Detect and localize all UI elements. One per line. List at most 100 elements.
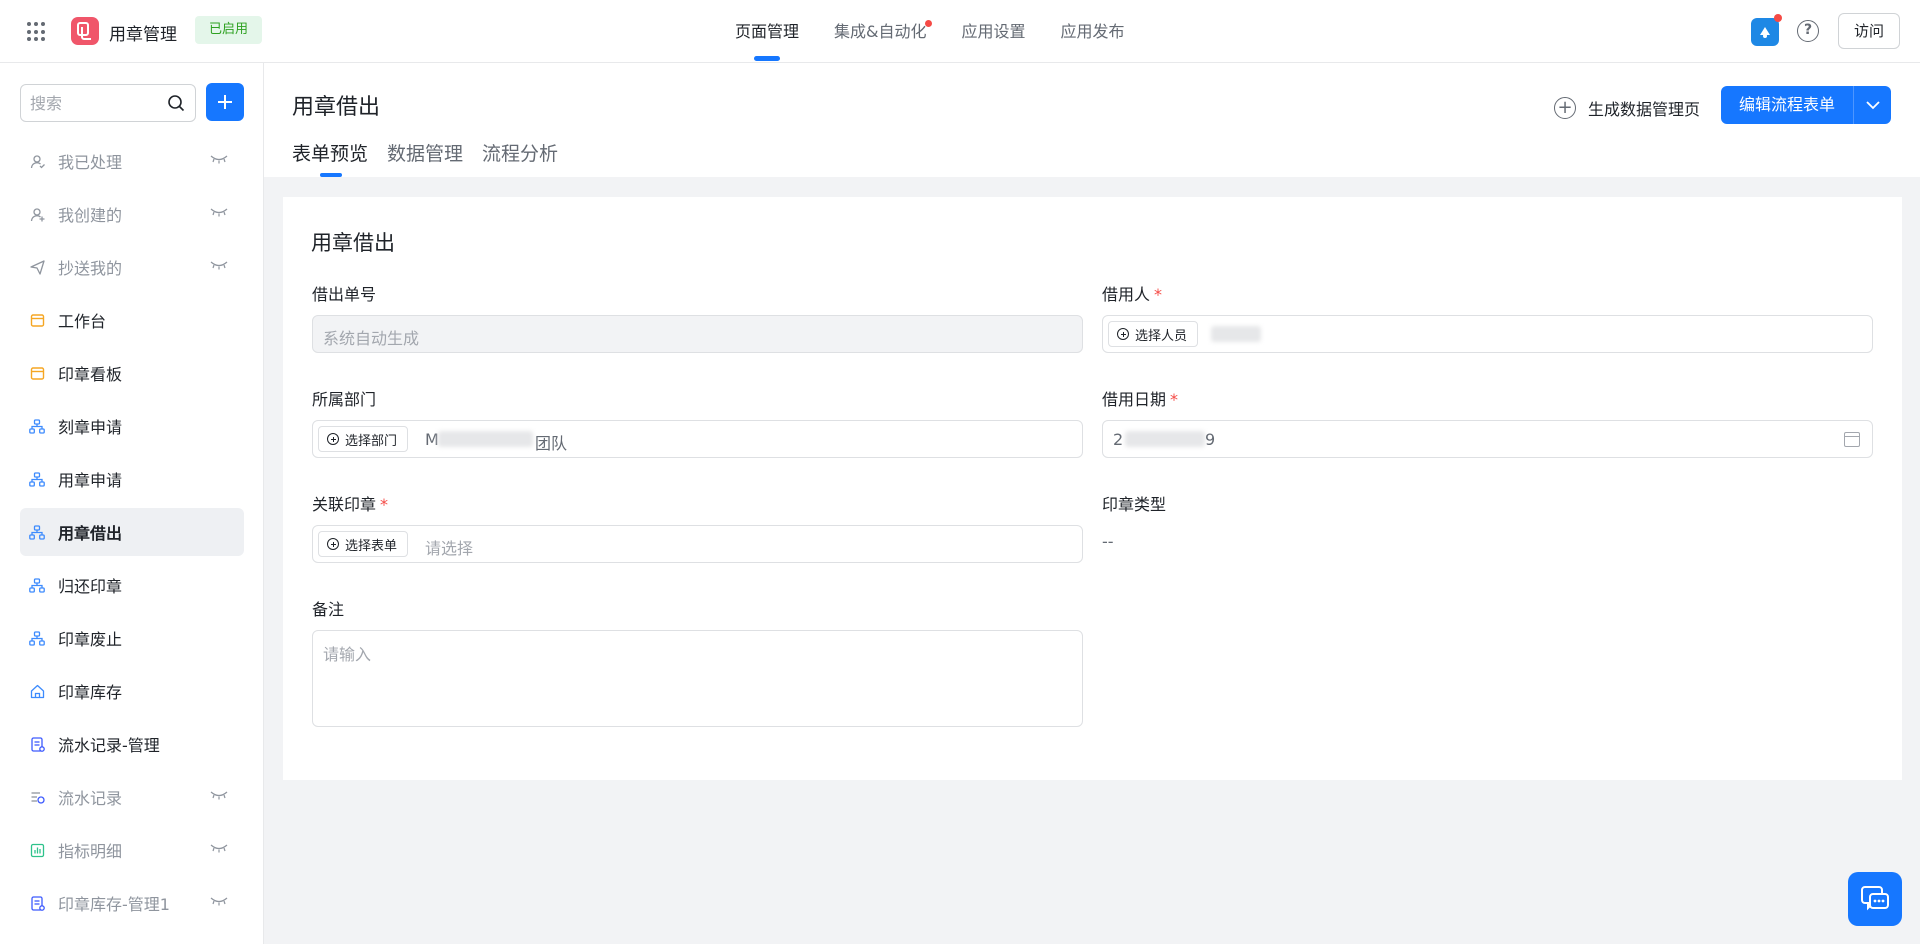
edit-flow-form-button[interactable]: 编辑流程表单 [1721,86,1891,124]
plus-icon [218,95,232,109]
sidebar-item-use-apply[interactable]: 用章申请 [20,455,244,503]
app-logo-icon [71,17,99,45]
plus-circle-icon [327,433,339,445]
remark-textarea[interactable]: 请输入 [312,630,1083,727]
eye-closed-icon [210,208,228,217]
sidebar-item-label: 我创建的 [58,206,123,225]
flow-icon [29,577,45,593]
top-nav: 页面管理 集成&自动化 应用设置 应用发布 [735,0,1160,63]
eye-closed-icon [210,155,228,164]
search-box [20,84,196,122]
order-no-label: 借出单号 [312,285,377,304]
help-icon[interactable]: ? [1797,20,1819,42]
flow-icon [29,630,45,646]
sidebar-item-processed[interactable]: 我已处理 [20,137,244,185]
sidebar-item-label: 用章申请 [58,471,123,490]
sidebar-item-seal-board[interactable]: 印章看板 [20,349,244,397]
eye-closed-icon [210,844,228,853]
plus-circle-icon [327,538,339,550]
notification-dot [1774,14,1782,22]
sidebar-item-label: 印章废止 [58,630,123,649]
sidebar-item-workbench[interactable]: 工作台 [20,296,244,344]
nav-integration-automation[interactable]: 集成&自动化 [834,0,932,63]
redacted-value [438,431,533,447]
search-icon[interactable] [167,94,185,112]
borrower-field[interactable]: 选择人员 [1102,315,1873,353]
report-icon [29,736,45,752]
select-form-button[interactable]: 选择表单 [318,531,409,557]
sidebar-item-label: 流水记录-管理 [58,736,160,755]
date-field[interactable]: 2 9 [1102,420,1873,458]
tab-data-management[interactable]: 数据管理 [387,139,463,177]
seal-label: 关联印章 * [312,495,389,514]
calendar-icon[interactable] [1844,432,1860,447]
nav-app-publish[interactable]: 应用发布 [1061,0,1125,63]
assistant-icon[interactable] [1751,14,1782,46]
eye-closed-icon [210,897,228,906]
dept-value-tail: 团队 [535,434,568,453]
generate-label: 生成数据管理页 [1588,100,1701,119]
sidebar-item-seal-lend[interactable]: 用章借出 [20,508,244,556]
chat-support-button[interactable] [1848,872,1902,926]
app-name[interactable]: 用章管理 [109,20,177,45]
nav-page-management[interactable]: 页面管理 [735,0,799,63]
edit-flow-form-label[interactable]: 编辑流程表单 [1721,86,1854,124]
borrower-label: 借用人 * [1102,285,1163,304]
status-badge: 已启用 [195,16,263,44]
sidebar-item-label: 印章库存 [58,683,123,702]
page-title: 用章借出 [292,95,381,120]
order-no-placeholder: 系统自动生成 [323,329,420,348]
sidebar: 我已处理 我创建的 抄送我的 工作台 印章看板 刻章申请 用章申请 [0,63,264,944]
sidebar-item-inventory-admin1[interactable]: 印章库存-管理1 [20,879,244,927]
date-value-tail: 9 [1205,430,1216,449]
visit-button[interactable]: 访问 [1838,13,1900,49]
dept-field[interactable]: 选择部门 M 团队 [312,420,1083,458]
dashboard-icon [29,312,45,328]
top-bar: 用章管理 已启用 页面管理 集成&自动化 应用设置 应用发布 ? 访问 [0,0,1920,63]
sidebar-item-seal-abolish[interactable]: 印章废止 [20,614,244,662]
nav-app-settings[interactable]: 应用设置 [962,0,1026,63]
sidebar-item-label: 刻章申请 [58,418,123,437]
sidebar-item-metric-detail[interactable]: 指标明细 [20,826,244,874]
flow-icon [29,471,45,487]
app-grid-icon[interactable] [27,22,47,42]
tab-form-preview[interactable]: 表单预览 [292,139,368,177]
sidebar-item-label: 我已处理 [58,153,123,172]
sidebar-item-flow-record-admin[interactable]: 流水记录-管理 [20,720,244,768]
sidebar-item-created[interactable]: 我创建的 [20,190,244,238]
add-page-button[interactable] [206,83,244,121]
date-label: 借用日期 * [1102,390,1179,409]
page-tabs: 表单预览 数据管理 流程分析 [292,139,577,177]
generate-data-page-button[interactable]: + 生成数据管理页 [1554,93,1700,123]
remark-label: 备注 [312,600,345,619]
flow-icon [29,524,45,540]
list-icon [29,789,45,805]
sidebar-item-seal-inventory[interactable]: 印章库存 [20,667,244,715]
dept-label: 所属部门 [312,390,377,409]
board-icon [29,365,45,381]
search-input[interactable] [21,85,151,121]
report-icon [29,895,45,911]
sidebar-item-cc-me[interactable]: 抄送我的 [20,243,244,291]
eye-closed-icon [210,791,228,800]
seal-type-value: -- [1102,532,1114,551]
sidebar-item-label: 工作台 [58,312,107,331]
seal-placeholder: 请选择 [425,539,474,558]
select-dept-button[interactable]: 选择部门 [318,426,409,452]
sidebar-item-engrave-apply[interactable]: 刻章申请 [20,402,244,450]
sidebar-item-flow-record[interactable]: 流水记录 [20,773,244,821]
seal-type-label: 印章类型 [1102,495,1167,514]
sidebar-item-label: 归还印章 [58,577,123,596]
select-person-button[interactable]: 选择人员 [1108,321,1199,347]
seal-field[interactable]: 选择表单 请选择 [312,525,1083,563]
chevron-down-icon[interactable] [1854,86,1891,124]
eye-closed-icon [210,261,228,270]
date-value-head: 2 [1113,430,1124,449]
sidebar-item-label: 用章借出 [58,524,123,543]
tab-flow-analysis[interactable]: 流程分析 [482,139,558,177]
sidebar-item-seal-return[interactable]: 归还印章 [20,561,244,609]
form-card: 用章借出 借出单号 系统自动生成 借用人 * 选择人员 所属部门 选择部门 M 团… [283,197,1902,780]
plus-circle-icon [1117,328,1129,340]
chat-icon [1861,886,1889,911]
sidebar-item-label: 抄送我的 [58,259,123,278]
